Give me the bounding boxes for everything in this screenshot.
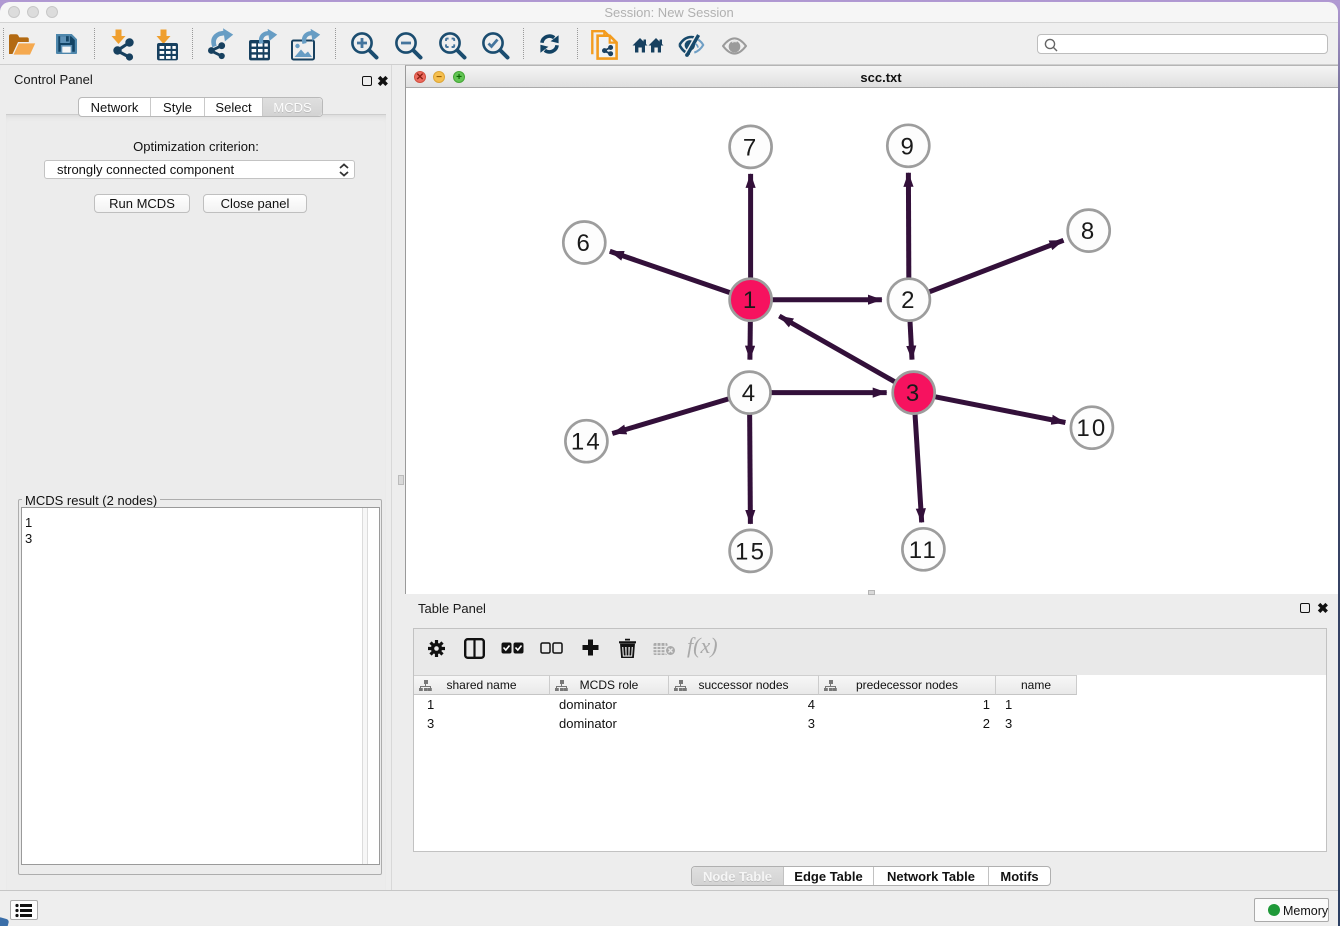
svg-text:6: 6: [577, 230, 593, 257]
svg-text:9: 9: [901, 133, 917, 160]
svg-text:15: 15: [735, 538, 766, 565]
svg-text:3: 3: [906, 380, 922, 407]
svg-text:11: 11: [909, 537, 938, 564]
svg-text:14: 14: [571, 429, 602, 456]
svg-text:7: 7: [743, 134, 759, 161]
svg-text:10: 10: [1076, 415, 1107, 442]
svg-text:4: 4: [742, 380, 758, 407]
svg-text:8: 8: [1081, 218, 1097, 245]
svg-text:2: 2: [901, 287, 917, 314]
svg-text:1: 1: [743, 287, 759, 314]
